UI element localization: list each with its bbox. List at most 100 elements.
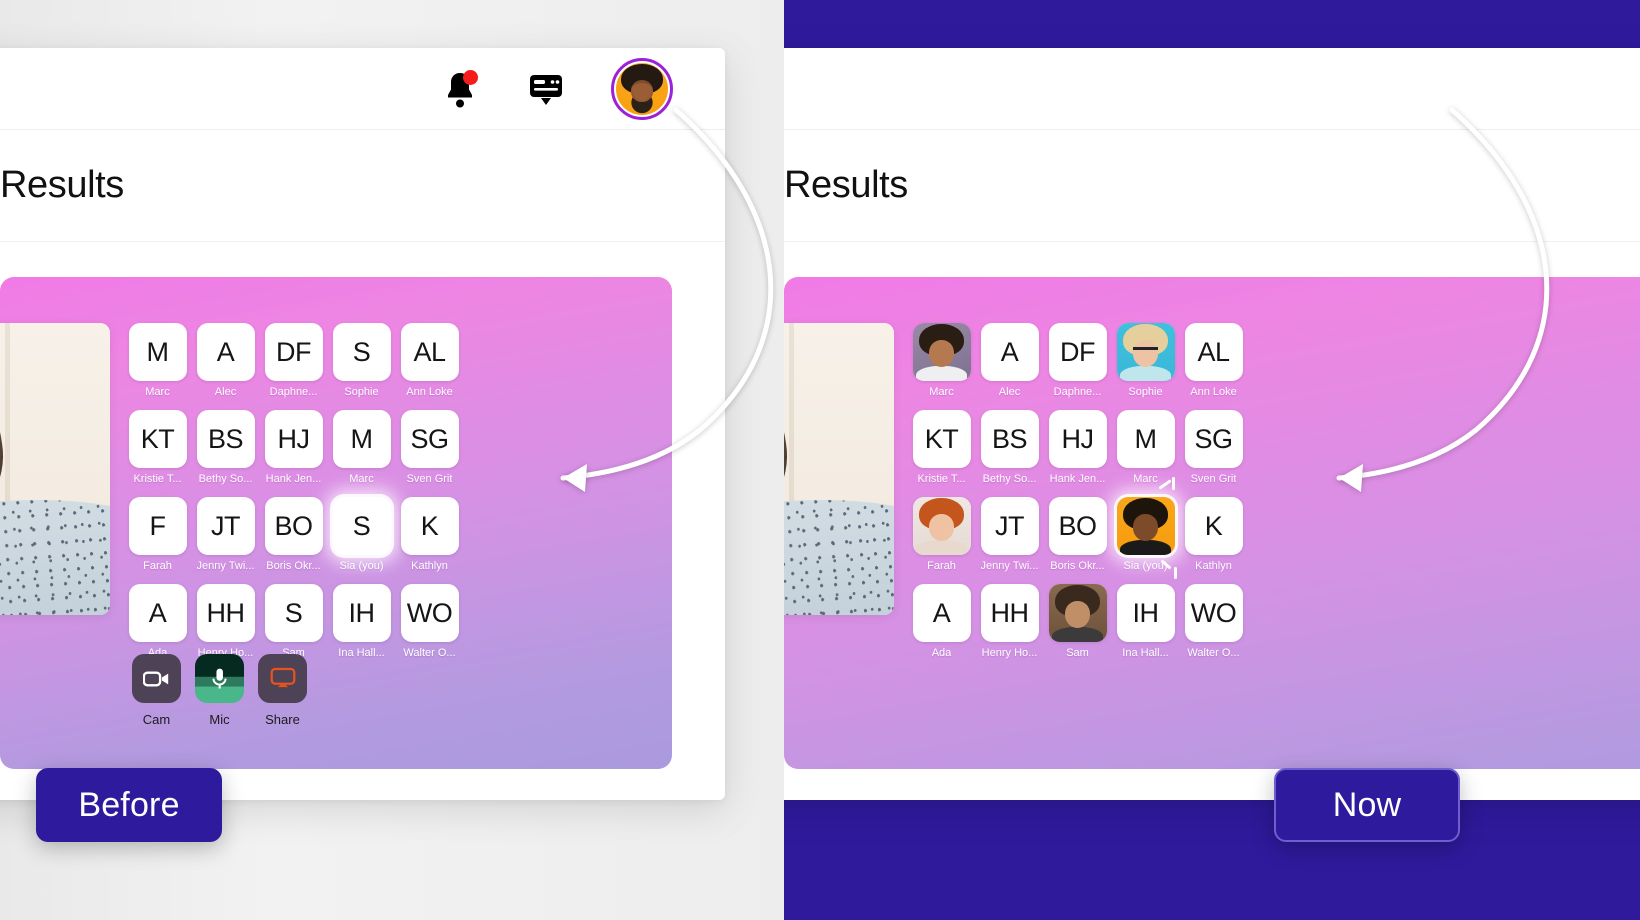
participant-tile[interactable]: HJ Hank Jen... [260,410,327,485]
participant-tile[interactable]: JT Jenny Twi... [192,497,259,572]
participant-name: Alec [214,386,237,398]
participant-name: Sia (you) [339,560,384,572]
participant-name: Daphne... [269,386,318,398]
participant-tile[interactable]: S Sophie [328,323,395,398]
participant-tile[interactable]: M Marc [1112,410,1179,485]
participant-name: Daphne... [1053,386,1102,398]
share-button[interactable]: Share [258,654,307,727]
participant-photo [912,323,971,381]
participant-tile[interactable]: WO Walter O... [396,584,463,659]
notifications-button[interactable] [439,66,481,112]
participant-tile[interactable]: K Kathlyn [396,497,463,572]
participant-tile-you[interactable]: S Sia (you) [328,497,395,572]
participant-tile[interactable]: F Farah [124,497,191,572]
participant-name: Marc [349,473,374,485]
sparkle-icon [1174,567,1177,579]
participant-tile[interactable]: M Marc [328,410,395,485]
participant-tile[interactable]: M Marc [124,323,191,398]
participant-tile[interactable]: A Alec [976,323,1043,398]
participant-tile[interactable]: DF Daphne... [1044,323,1111,398]
participant-avatar: HH [196,584,255,642]
participant-name: Ann Loke [406,386,453,398]
participant-avatar: HJ [264,410,323,468]
participant-avatar: KT [128,410,187,468]
participant-avatar: S [264,584,323,642]
mic-button[interactable]: Mic [195,654,244,727]
participant-tile[interactable]: AL Ann Loke [1180,323,1247,398]
participant-tile[interactable]: BO Boris Okr... [260,497,327,572]
participant-tile[interactable]: A Ada [908,584,975,659]
participant-avatar: AL [1184,323,1243,381]
topbar-before [0,48,725,130]
participant-avatar: JT [196,497,255,555]
participant-name: Henry Ho... [981,647,1038,659]
user-avatar[interactable] [611,57,673,120]
topbar-now [784,48,1640,130]
participant-name: Ann Loke [1190,386,1237,398]
participant-avatar: A [196,323,255,381]
participant-tile[interactable]: HJ Hank Jen... [1044,410,1111,485]
participant-tile[interactable]: S Sam [260,584,327,659]
participant-name: Marc [929,386,954,398]
mic-label: Mic [209,712,230,727]
participant-avatar: IH [1116,584,1175,642]
screen-share-icon [270,667,295,688]
participant-avatar: AL [400,323,459,381]
before-chip: Before [36,768,222,842]
main-video-tile[interactable] [0,323,110,615]
participant-avatar: WO [1184,584,1243,642]
participant-name: Ada [931,647,952,659]
app-window-now: Results Marc A Alec DF Daphne... Sophie AL Ann … [784,48,1640,800]
comparison-stage: Results M Marc A Alec DF Daphne... S Sophie AL An… [0,0,1640,920]
participant-name: Walter O... [1187,647,1240,659]
participant-tile[interactable]: DF Daphne... [260,323,327,398]
now-chip: Now [1274,768,1460,842]
participant-photo [1048,584,1107,642]
participant-name: Hank Jen... [1049,473,1106,485]
participant-tile[interactable]: JT Jenny Twi... [976,497,1043,572]
app-window-before: Results M Marc A Alec DF Daphne... S Sophie AL An… [0,48,725,800]
cam-button[interactable]: Cam [132,654,181,727]
participant-tile[interactable]: BO Boris Okr... [1044,497,1111,572]
bell-icon [443,69,478,109]
participant-name: Jenny Twi... [196,560,255,572]
participant-name: Kathlyn [1195,560,1232,572]
participant-tile[interactable]: WO Walter O... [1180,584,1247,659]
participant-tile[interactable]: Sophie [1112,323,1179,398]
participant-avatar: HJ [1048,410,1107,468]
participant-tile[interactable]: HH Henry Ho... [976,584,1043,659]
participant-tile[interactable]: AL Ann Loke [396,323,463,398]
participant-tile[interactable]: SG Sven Grit [396,410,463,485]
participant-tile[interactable]: BS Bethy So... [192,410,259,485]
participant-tile[interactable]: IH Ina Hall... [328,584,395,659]
participant-tile[interactable]: BS Bethy So... [976,410,1043,485]
main-video-tile[interactable] [784,323,894,615]
participant-tile[interactable]: A Alec [192,323,259,398]
participant-tile[interactable]: Sam [1044,584,1111,659]
participant-name: Sam [1066,647,1089,659]
participant-tile[interactable]: KT Kristie T... [124,410,191,485]
participant-tile[interactable]: Marc [908,323,975,398]
participant-tile[interactable]: K Kathlyn [1180,497,1247,572]
participant-tile[interactable]: HH Henry Ho... [192,584,259,659]
participant-avatar: JT [980,497,1039,555]
participant-name: Bethy So... [982,473,1037,485]
video-frame [0,323,110,615]
participant-name: Sophie [344,386,379,398]
participant-tile[interactable]: SG Sven Grit [1180,410,1247,485]
participant-avatar: SG [1184,410,1243,468]
avatar-image [616,62,668,115]
participant-name: Sophie [1128,386,1163,398]
participant-name: Boris Okr... [1050,560,1105,572]
participant-avatar: A [912,584,971,642]
participant-tile-you[interactable]: Sia (you) [1112,477,1179,579]
participant-grid-now: Marc A Alec DF Daphne... Sophie AL Ann Loke KT Kr… [908,323,1247,745]
page-title: Results [0,164,124,206]
participant-tile[interactable]: Farah [908,497,975,572]
participant-tile[interactable]: IH Ina Hall... [1112,584,1179,659]
participant-photo [1116,497,1175,555]
participant-tile[interactable]: A Ada [124,584,191,659]
participant-tile[interactable]: KT Kristie T... [908,410,975,485]
participant-name: Sven Grit [406,473,453,485]
cards-menu-button[interactable] [525,66,567,112]
